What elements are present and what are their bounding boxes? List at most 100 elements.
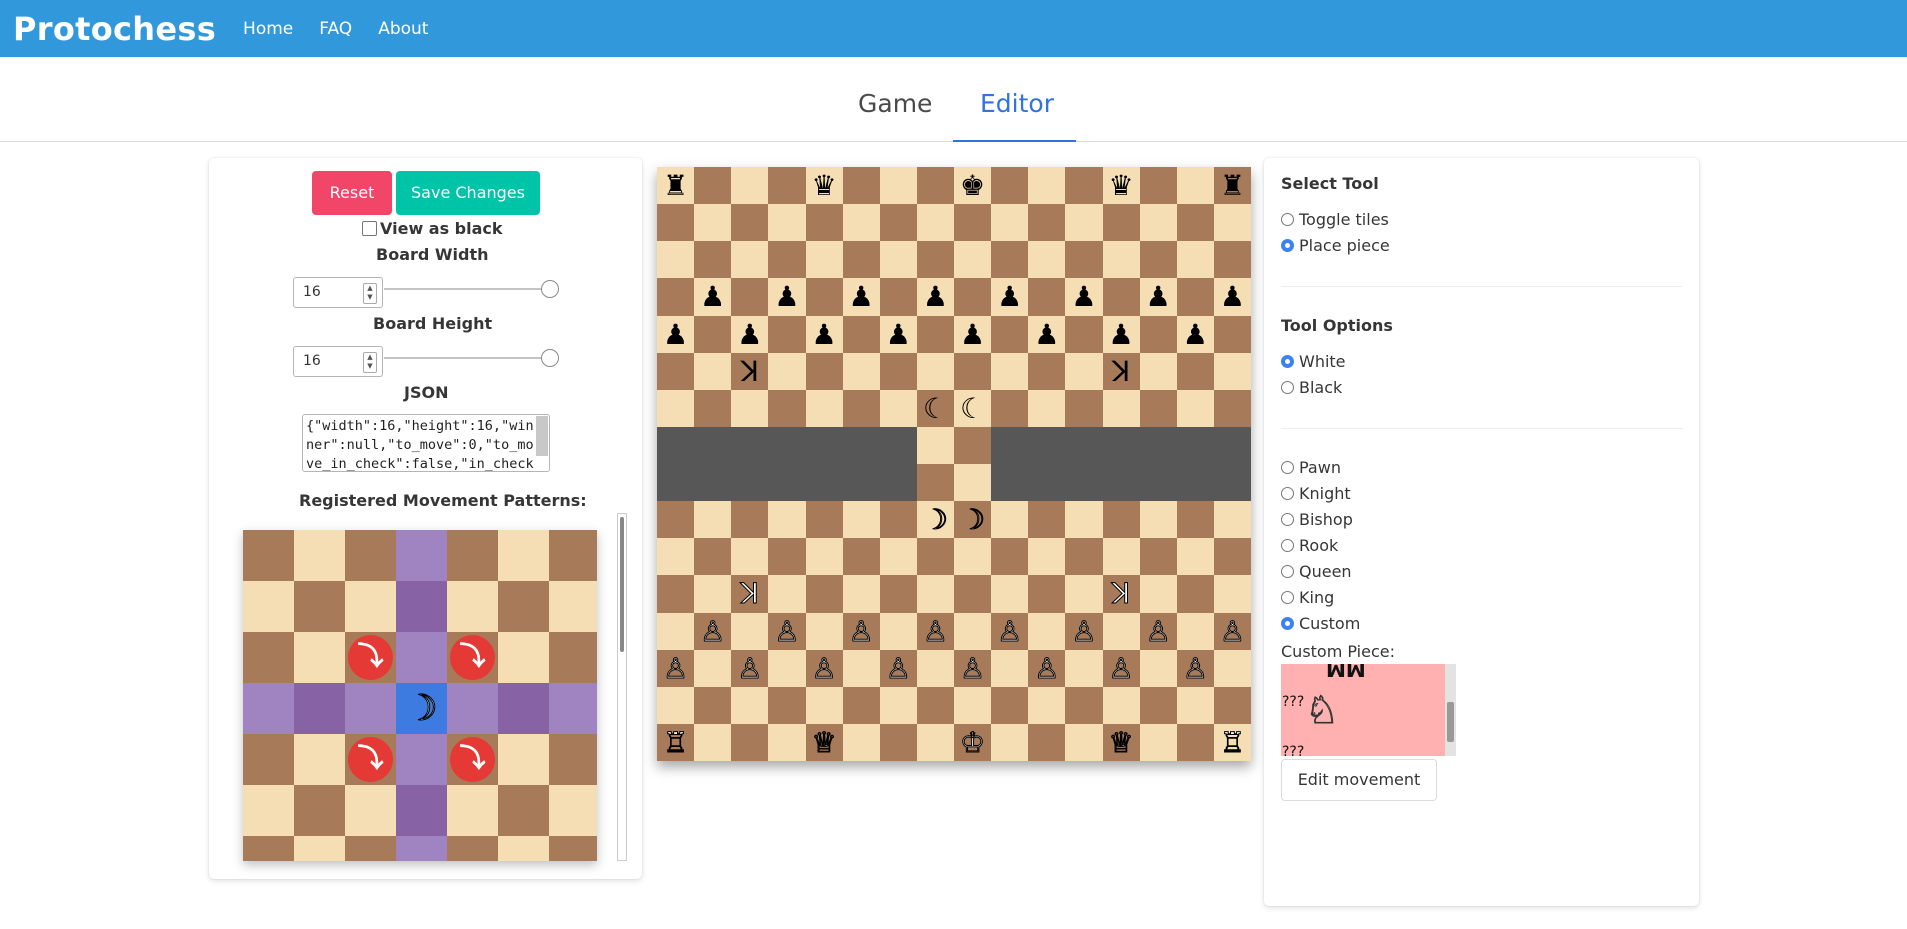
board-tile[interactable] xyxy=(991,649,1029,687)
board-tile[interactable] xyxy=(657,575,695,613)
board-tile[interactable] xyxy=(1065,649,1103,687)
board-tile[interactable] xyxy=(694,204,732,242)
chess-piece[interactable]: ♙ xyxy=(922,614,948,648)
board-tile[interactable] xyxy=(805,389,843,427)
board-tile[interactable]: ♟ xyxy=(1213,278,1251,316)
board-tile[interactable] xyxy=(1102,538,1140,576)
board-tile[interactable] xyxy=(879,241,917,279)
board-tile[interactable] xyxy=(1028,352,1066,390)
board-tile[interactable] xyxy=(991,426,1029,464)
board-tile[interactable] xyxy=(768,204,806,242)
board-tile[interactable] xyxy=(954,241,992,279)
tool-place-piece-radio[interactable] xyxy=(1281,239,1294,252)
board-tile[interactable] xyxy=(731,612,769,650)
board-tile[interactable] xyxy=(657,538,695,576)
board-tile[interactable]: ♙ xyxy=(879,649,917,687)
board-tile[interactable] xyxy=(916,352,954,390)
board-tile[interactable] xyxy=(1102,426,1140,464)
piece-bishop-radio[interactable] xyxy=(1281,513,1294,526)
board-tile[interactable]: ♙ xyxy=(805,649,843,687)
board-tile[interactable] xyxy=(1176,352,1214,390)
board-tile[interactable]: ♙ xyxy=(991,612,1029,650)
board-tile[interactable] xyxy=(1102,278,1140,316)
board-tile[interactable] xyxy=(694,426,732,464)
board-tile[interactable] xyxy=(1028,389,1066,427)
board-tile[interactable] xyxy=(991,575,1029,613)
board-tile[interactable] xyxy=(916,723,954,761)
board-tile[interactable] xyxy=(731,501,769,539)
tab-editor[interactable]: Editor xyxy=(980,89,1054,118)
board-tile[interactable] xyxy=(1139,167,1177,205)
board-tile[interactable] xyxy=(731,464,769,502)
piece-rook-radio[interactable] xyxy=(1281,539,1294,552)
board-tile[interactable] xyxy=(657,501,695,539)
board-tile[interactable] xyxy=(1065,426,1103,464)
board-tile[interactable] xyxy=(879,278,917,316)
board-tile[interactable] xyxy=(879,464,917,502)
piece-knight-option[interactable]: Knight xyxy=(1281,484,1351,503)
board-tile[interactable] xyxy=(694,167,732,205)
board-tile[interactable] xyxy=(954,538,992,576)
board-tile[interactable] xyxy=(1065,723,1103,761)
chess-piece[interactable]: ♙ xyxy=(774,614,800,648)
board-tile[interactable] xyxy=(1028,464,1066,502)
board-tile[interactable] xyxy=(1213,389,1251,427)
board-tile[interactable] xyxy=(1176,389,1214,427)
board-tile[interactable] xyxy=(768,352,806,390)
board-tile[interactable] xyxy=(657,464,695,502)
board-tile[interactable] xyxy=(1065,204,1103,242)
board-tile[interactable] xyxy=(1213,204,1251,242)
board-tile[interactable] xyxy=(1028,204,1066,242)
chess-piece[interactable]: ♙ xyxy=(959,651,985,685)
chess-piece[interactable]: ♟ xyxy=(812,318,837,351)
board-tile[interactable]: ꓘ xyxy=(731,352,769,390)
chess-piece[interactable]: ☽ xyxy=(959,503,985,537)
board-tile[interactable] xyxy=(731,241,769,279)
chess-piece[interactable]: ♛ xyxy=(1109,169,1134,202)
board-tile[interactable] xyxy=(1065,464,1103,502)
board-tile[interactable] xyxy=(805,426,843,464)
board-tile[interactable]: ♟ xyxy=(879,315,917,353)
chess-piece[interactable]: ♙ xyxy=(848,614,874,648)
board-tile[interactable] xyxy=(768,686,806,724)
chess-piece[interactable]: ♙ xyxy=(885,651,911,685)
board-tile[interactable] xyxy=(1102,612,1140,650)
chess-piece[interactable]: ♟ xyxy=(663,318,688,351)
board-tile[interactable] xyxy=(1139,575,1177,613)
board-tile[interactable]: ꓘ xyxy=(1102,575,1140,613)
board-tile[interactable] xyxy=(954,204,992,242)
chess-piece[interactable]: ♕ xyxy=(811,725,837,759)
board-tile[interactable] xyxy=(731,538,769,576)
chess-piece[interactable]: ♟ xyxy=(700,280,725,313)
board-tile[interactable] xyxy=(991,389,1029,427)
board-tile[interactable] xyxy=(694,686,732,724)
chess-piece[interactable]: ♟ xyxy=(886,318,911,351)
json-scrollbar[interactable] xyxy=(536,416,548,456)
board-tile[interactable]: ♟ xyxy=(1139,278,1177,316)
board-tile[interactable] xyxy=(879,538,917,576)
board-tile[interactable] xyxy=(954,426,992,464)
tool-toggle-tiles[interactable]: Toggle tiles xyxy=(1281,210,1389,229)
board-tile[interactable] xyxy=(954,464,992,502)
chess-piece[interactable]: ♚ xyxy=(960,169,985,202)
save-changes-button[interactable]: Save Changes xyxy=(396,171,540,215)
board-tile[interactable] xyxy=(879,723,917,761)
board-tile[interactable] xyxy=(1028,723,1066,761)
board-tile[interactable]: ♙ xyxy=(694,612,732,650)
board-tile[interactable] xyxy=(805,538,843,576)
chess-piece[interactable]: ♟ xyxy=(1220,280,1245,313)
board-tile[interactable] xyxy=(991,315,1029,353)
board-tile[interactable] xyxy=(694,501,732,539)
board-tile[interactable] xyxy=(842,426,880,464)
board-tile[interactable] xyxy=(1213,501,1251,539)
chess-piece[interactable]: ♙ xyxy=(737,651,763,685)
chess-piece[interactable]: ♟ xyxy=(923,280,948,313)
board-tile[interactable]: ♙ xyxy=(657,649,695,687)
board-tile[interactable] xyxy=(731,204,769,242)
board-tile[interactable] xyxy=(694,649,732,687)
board-tile[interactable] xyxy=(842,464,880,502)
board-tile[interactable] xyxy=(842,538,880,576)
board-tile[interactable] xyxy=(1176,723,1214,761)
board-tile[interactable]: ♜ xyxy=(1213,167,1251,205)
board-tile[interactable]: ♔ xyxy=(954,723,992,761)
